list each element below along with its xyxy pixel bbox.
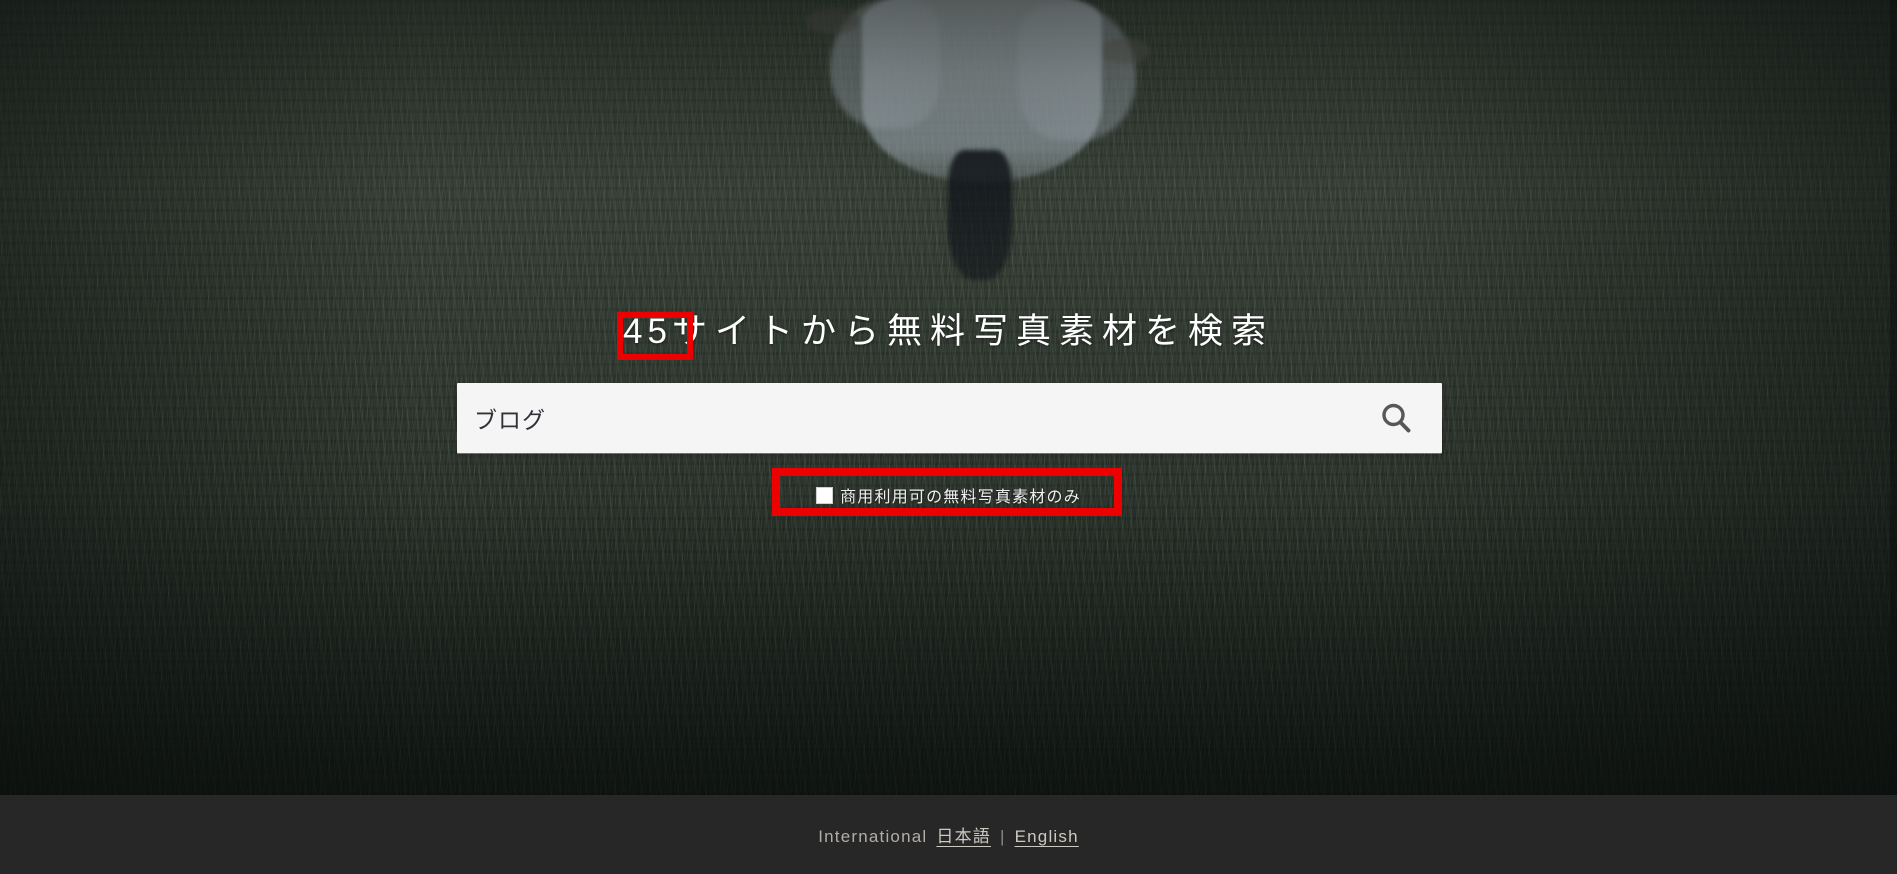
vignette-right	[1377, 0, 1897, 795]
search-input[interactable]	[457, 383, 1350, 453]
footer-international-label: International	[818, 827, 928, 846]
footer-bar: International 日本語 | English	[0, 795, 1897, 874]
language-switcher: International 日本語 | English	[818, 822, 1079, 847]
site-count: 45	[623, 312, 672, 351]
page-title: 45サイトから無料写真素材を検索	[0, 310, 1897, 354]
page-title-text: サイトから無料写真素材を検索	[671, 312, 1274, 351]
language-separator: |	[999, 827, 1006, 846]
search-icon	[1376, 398, 1416, 438]
search-submit-button[interactable]	[1350, 383, 1442, 453]
search-bar[interactable]	[457, 383, 1442, 453]
window-right-edge	[1890, 0, 1897, 795]
commercial-filter-group[interactable]: 商用利用可の無料写真素材のみ	[816, 483, 1081, 507]
language-link-english[interactable]: English	[1015, 827, 1079, 847]
commercial-filter-row: 商用利用可の無料写真素材のみ	[0, 483, 1897, 507]
hero-section: 45サイトから無料写真素材を検索 商用利用可の無料写真素材のみ	[0, 0, 1897, 795]
page-root: 45サイトから無料写真素材を検索 商用利用可の無料写真素材のみ	[0, 0, 1897, 874]
vignette-left	[0, 0, 420, 795]
commercial-use-checkbox[interactable]	[816, 486, 834, 504]
language-link-japanese[interactable]: 日本語	[936, 822, 991, 847]
commercial-use-label[interactable]: 商用利用可の無料写真素材のみ	[840, 483, 1081, 507]
